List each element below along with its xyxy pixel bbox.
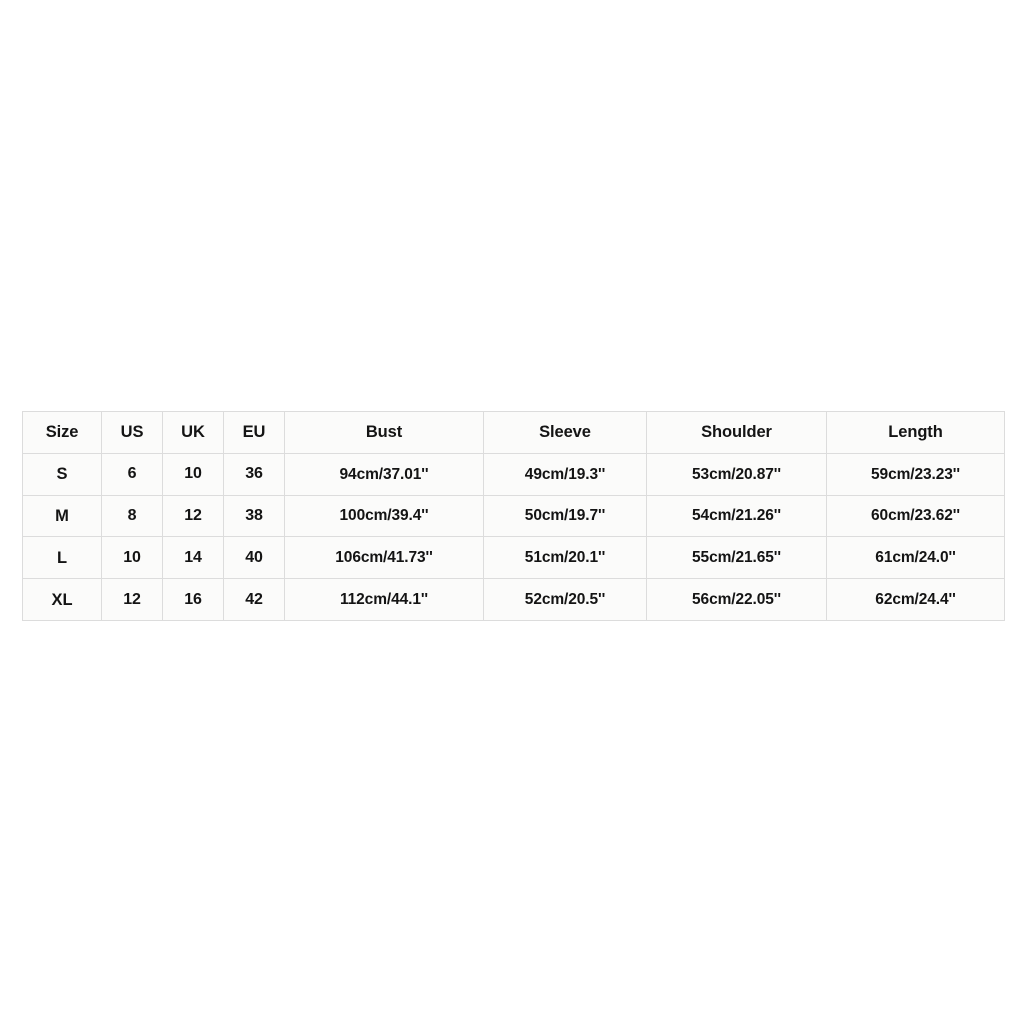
cell-eu: 40 (223, 536, 285, 580)
table-header: Size US UK EU Bust Sleeve Shoulder Lengt… (22, 411, 1005, 454)
cell-sleeve: 49cm/19.3'' (483, 452, 647, 496)
cell-size: L (22, 536, 102, 580)
table-header-row: Size US UK EU Bust Sleeve Shoulder Lengt… (22, 411, 1005, 454)
cell-uk: 10 (162, 452, 224, 496)
column-header-uk: UK (162, 411, 224, 454)
cell-length: 59cm/23.23'' (826, 452, 1005, 496)
cell-us: 6 (101, 452, 163, 496)
cell-shoulder: 56cm/22.05'' (646, 578, 827, 621)
cell-sleeve: 52cm/20.5'' (483, 578, 647, 621)
cell-size: M (22, 494, 102, 538)
cell-shoulder: 55cm/21.65'' (646, 536, 827, 580)
column-header-size: Size (22, 411, 102, 454)
cell-eu: 38 (223, 494, 285, 538)
cell-length: 60cm/23.62'' (826, 494, 1005, 538)
column-header-us: US (101, 411, 163, 454)
cell-bust: 106cm/41.73'' (284, 536, 484, 580)
table-row: XL 12 16 42 112cm/44.1'' 52cm/20.5'' 56c… (22, 578, 1005, 621)
cell-uk: 12 (162, 494, 224, 538)
table-row: L 10 14 40 106cm/41.73'' 51cm/20.1'' 55c… (22, 536, 1005, 580)
column-header-bust: Bust (284, 411, 484, 454)
cell-uk: 16 (162, 578, 224, 621)
cell-sleeve: 50cm/19.7'' (483, 494, 647, 538)
cell-shoulder: 53cm/20.87'' (646, 452, 827, 496)
cell-bust: 100cm/39.4'' (284, 494, 484, 538)
cell-length: 62cm/24.4'' (826, 578, 1005, 621)
column-header-eu: EU (223, 411, 285, 454)
table-row: S 6 10 36 94cm/37.01'' 49cm/19.3'' 53cm/… (22, 452, 1005, 496)
table-body: S 6 10 36 94cm/37.01'' 49cm/19.3'' 53cm/… (22, 452, 1005, 621)
cell-bust: 112cm/44.1'' (284, 578, 484, 621)
cell-uk: 14 (162, 536, 224, 580)
cell-shoulder: 54cm/21.26'' (646, 494, 827, 538)
column-header-shoulder: Shoulder (646, 411, 827, 454)
cell-us: 10 (101, 536, 163, 580)
cell-size: XL (22, 578, 102, 621)
cell-eu: 36 (223, 452, 285, 496)
cell-eu: 42 (223, 578, 285, 621)
cell-sleeve: 51cm/20.1'' (483, 536, 647, 580)
clothing-size-chart-table: Size US UK EU Bust Sleeve Shoulder Lengt… (22, 411, 1005, 621)
cell-length: 61cm/24.0'' (826, 536, 1005, 580)
table-row: M 8 12 38 100cm/39.4'' 50cm/19.7'' 54cm/… (22, 494, 1005, 538)
cell-us: 8 (101, 494, 163, 538)
column-header-length: Length (826, 411, 1005, 454)
cell-bust: 94cm/37.01'' (284, 452, 484, 496)
cell-size: S (22, 452, 102, 496)
size-chart-container: Size US UK EU Bust Sleeve Shoulder Lengt… (22, 411, 1005, 621)
cell-us: 12 (101, 578, 163, 621)
column-header-sleeve: Sleeve (483, 411, 647, 454)
